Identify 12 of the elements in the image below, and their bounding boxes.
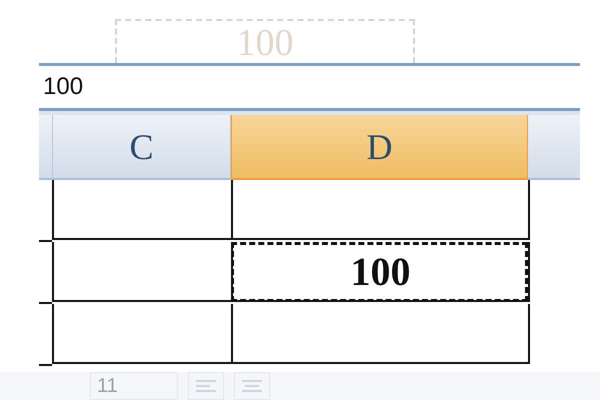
- table-cell[interactable]: [52, 304, 231, 364]
- column-header[interactable]: C: [52, 115, 231, 180]
- formula-bar[interactable]: 100: [39, 63, 580, 111]
- align-left-icon: [196, 379, 216, 393]
- table-cell[interactable]: [231, 304, 528, 364]
- header-corner: [39, 115, 52, 180]
- align-center-icon: [242, 379, 262, 393]
- table-cell[interactable]: [52, 242, 231, 302]
- table-cell[interactable]: [52, 180, 231, 240]
- table-cell[interactable]: 100: [231, 242, 528, 302]
- column-header[interactable]: D: [231, 115, 528, 180]
- table-cell[interactable]: [231, 180, 528, 240]
